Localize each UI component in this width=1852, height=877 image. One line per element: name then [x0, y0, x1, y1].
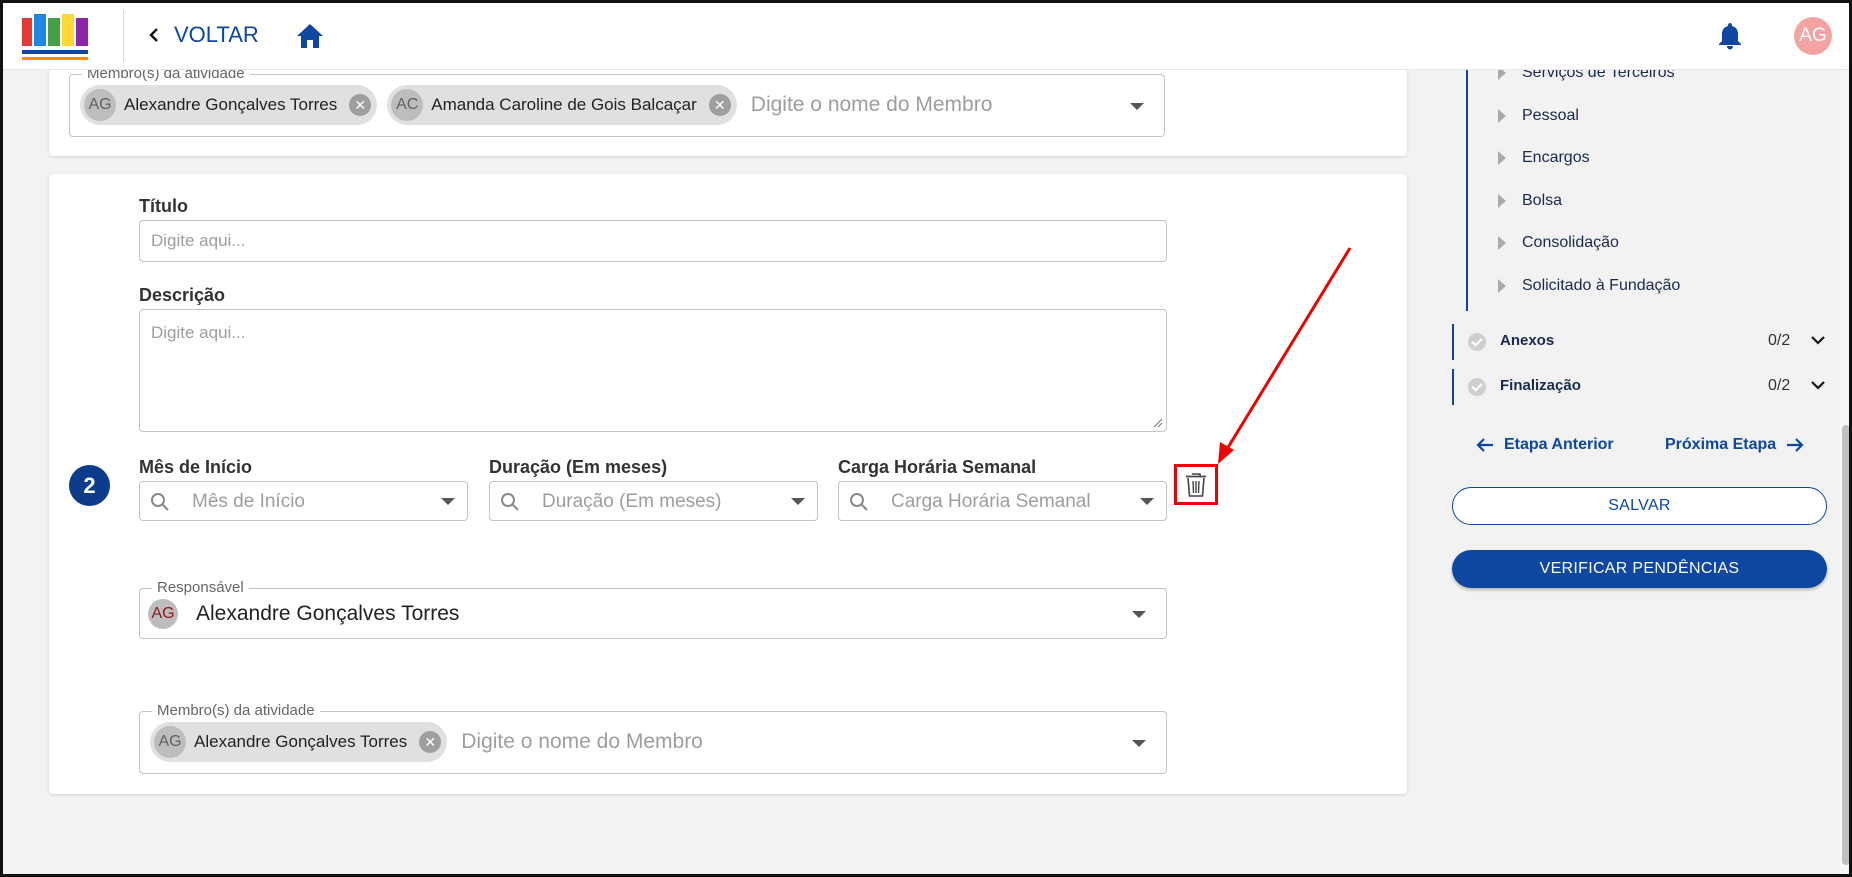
resize-handle-icon[interactable] — [1153, 418, 1163, 428]
search-icon — [151, 493, 169, 511]
member-chip: AC Amanda Caroline de Gois Balcaçar ✕ — [387, 85, 737, 125]
duration-placeholder: Duração (Em meses) — [542, 491, 722, 512]
chevron-left-icon — [149, 28, 158, 42]
members-input-placeholder[interactable]: Digite o nome do Membro — [461, 730, 703, 754]
sidebar-item-pessoal[interactable]: Pessoal — [1498, 107, 1579, 125]
sidebar-item-encargos[interactable]: Encargos — [1498, 149, 1590, 167]
section-count: 0/2 — [1768, 332, 1791, 349]
weekly-hours-placeholder: Carga Horária Semanal — [891, 491, 1091, 512]
chevron-down-icon — [1811, 381, 1825, 390]
verify-pending-button[interactable]: VERIFICAR PENDÊNCIAS — [1452, 550, 1827, 588]
start-month-select[interactable]: Mês de Início — [139, 481, 468, 521]
arrow-right-icon — [1787, 438, 1804, 452]
home-icon[interactable] — [296, 23, 324, 49]
responsible-name: Alexandre Gonçalves Torres — [196, 602, 460, 625]
sidebar-item-bolsa[interactable]: Bolsa — [1498, 192, 1562, 210]
search-icon — [850, 493, 868, 511]
step-number-badge: 2 — [69, 465, 110, 506]
title-placeholder: Digite aqui... — [151, 231, 246, 250]
duration-select[interactable]: Duração (Em meses) — [489, 481, 818, 521]
description-placeholder: Digite aqui... — [151, 323, 246, 342]
header-divider — [123, 10, 124, 62]
previous-step-label: Etapa Anterior — [1504, 436, 1614, 453]
check-circle-icon — [1468, 333, 1486, 351]
arrow-left-icon — [1476, 438, 1493, 452]
sidebar-item-solicitado-fundacao[interactable]: Solicitado à Fundação — [1498, 277, 1680, 295]
sidebar-item-consolidacao[interactable]: Consolidação — [1498, 234, 1619, 252]
sidebar-section-finalizacao[interactable]: Finalização 0/2 — [1452, 369, 1825, 405]
members-input-placeholder[interactable]: Digite o nome do Membro — [751, 93, 993, 117]
duration-label: Duração (Em meses) — [489, 457, 668, 477]
member-chip-avatar: AG — [84, 89, 116, 121]
members-select[interactable]: Membro(s) da atividade AG Alexandre Gonç… — [139, 702, 1167, 774]
responsible-select[interactable]: Responsável AG Alexandre Gonçalves Torre… — [139, 579, 1167, 639]
ledes-logo — [18, 8, 92, 66]
remove-chip-icon[interactable]: ✕ — [349, 94, 372, 116]
remove-chip-icon[interactable]: ✕ — [708, 94, 731, 116]
start-month-placeholder: Mês de Início — [192, 491, 305, 512]
sidebar-item-label: Consolidação — [1522, 234, 1619, 251]
weekly-hours-select[interactable]: Carga Horária Semanal — [838, 481, 1167, 521]
responsible-legend: Responsável — [152, 579, 249, 596]
weekly-hours-label: Carga Horária Semanal — [838, 457, 1037, 477]
caret-right-icon — [1498, 279, 1506, 293]
chevron-down-icon[interactable] — [441, 498, 455, 505]
save-button[interactable]: SALVAR — [1452, 487, 1827, 525]
sidebar-item-label: Solicitado à Fundação — [1522, 277, 1681, 294]
members-select-top[interactable]: Membro(s) da atividade AG Alexandre Gonç… — [69, 65, 1165, 137]
title-label: Título — [139, 196, 188, 216]
sidebar-item-label: Encargos — [1522, 149, 1590, 166]
member-chip: AG Alexandre Gonçalves Torres ✕ — [80, 85, 378, 125]
chevron-down-icon[interactable] — [1132, 611, 1146, 618]
member-chip-name: Alexandre Gonçalves Torres — [124, 95, 338, 114]
back-label: VOLTAR — [174, 22, 259, 47]
chevron-down-icon[interactable] — [1140, 498, 1154, 505]
trash-icon — [1186, 472, 1206, 497]
section-count: 0/2 — [1768, 377, 1791, 394]
title-input[interactable]: Digite aqui... — [139, 220, 1167, 262]
save-button-label: SALVAR — [1608, 497, 1671, 514]
user-avatar-initials: AG — [1799, 25, 1827, 46]
next-step-link[interactable]: Próxima Etapa — [1665, 436, 1804, 454]
section-name: Anexos — [1500, 332, 1555, 349]
scrollbar-thumb[interactable] — [1842, 425, 1850, 865]
verify-pending-label: VERIFICAR PENDÊNCIAS — [1539, 560, 1740, 577]
member-chip-name: Amanda Caroline de Gois Balcaçar — [431, 95, 697, 114]
chevron-down-icon[interactable] — [1132, 740, 1146, 747]
sidebar-item-label: Pessoal — [1522, 107, 1579, 124]
responsible-avatar: AG — [148, 599, 178, 629]
member-chip-name: Alexandre Gonçalves Torres — [194, 732, 408, 751]
chevron-down-icon[interactable] — [791, 498, 805, 505]
sidebar-section-anexos[interactable]: Anexos 0/2 — [1452, 324, 1825, 360]
back-button[interactable]: VOLTAR — [146, 22, 259, 48]
user-avatar[interactable]: AG — [1794, 17, 1832, 55]
start-month-label: Mês de Início — [139, 457, 253, 477]
next-step-label: Próxima Etapa — [1665, 436, 1777, 453]
tree-line — [1466, 70, 1468, 311]
page-scrollbar[interactable] — [1840, 0, 1852, 877]
search-icon — [501, 493, 519, 511]
caret-right-icon — [1498, 236, 1506, 250]
check-circle-icon — [1468, 378, 1486, 396]
remove-chip-icon[interactable]: ✕ — [419, 731, 442, 753]
section-name: Finalização — [1500, 377, 1581, 394]
caret-right-icon — [1498, 109, 1506, 123]
delete-activity-button[interactable] — [1174, 464, 1218, 505]
caret-right-icon — [1498, 151, 1506, 165]
member-chip: AG Alexandre Gonçalves Torres ✕ — [150, 722, 448, 762]
bell-icon[interactable] — [1717, 22, 1743, 50]
members-legend: Membro(s) da atividade — [152, 702, 320, 719]
previous-step-link[interactable]: Etapa Anterior — [1476, 436, 1614, 454]
description-textarea[interactable]: Digite aqui... — [139, 309, 1167, 432]
caret-right-icon — [1498, 194, 1506, 208]
sidebar-item-label: Bolsa — [1522, 192, 1563, 209]
app-header: VOLTAR AG — [0, 0, 1852, 70]
chevron-down-icon[interactable] — [1130, 103, 1144, 110]
member-chip-avatar: AC — [391, 89, 424, 121]
step-number: 2 — [83, 472, 96, 498]
description-label: Descrição — [139, 285, 226, 305]
member-chip-avatar: AG — [154, 726, 186, 758]
chevron-down-icon — [1811, 336, 1825, 345]
